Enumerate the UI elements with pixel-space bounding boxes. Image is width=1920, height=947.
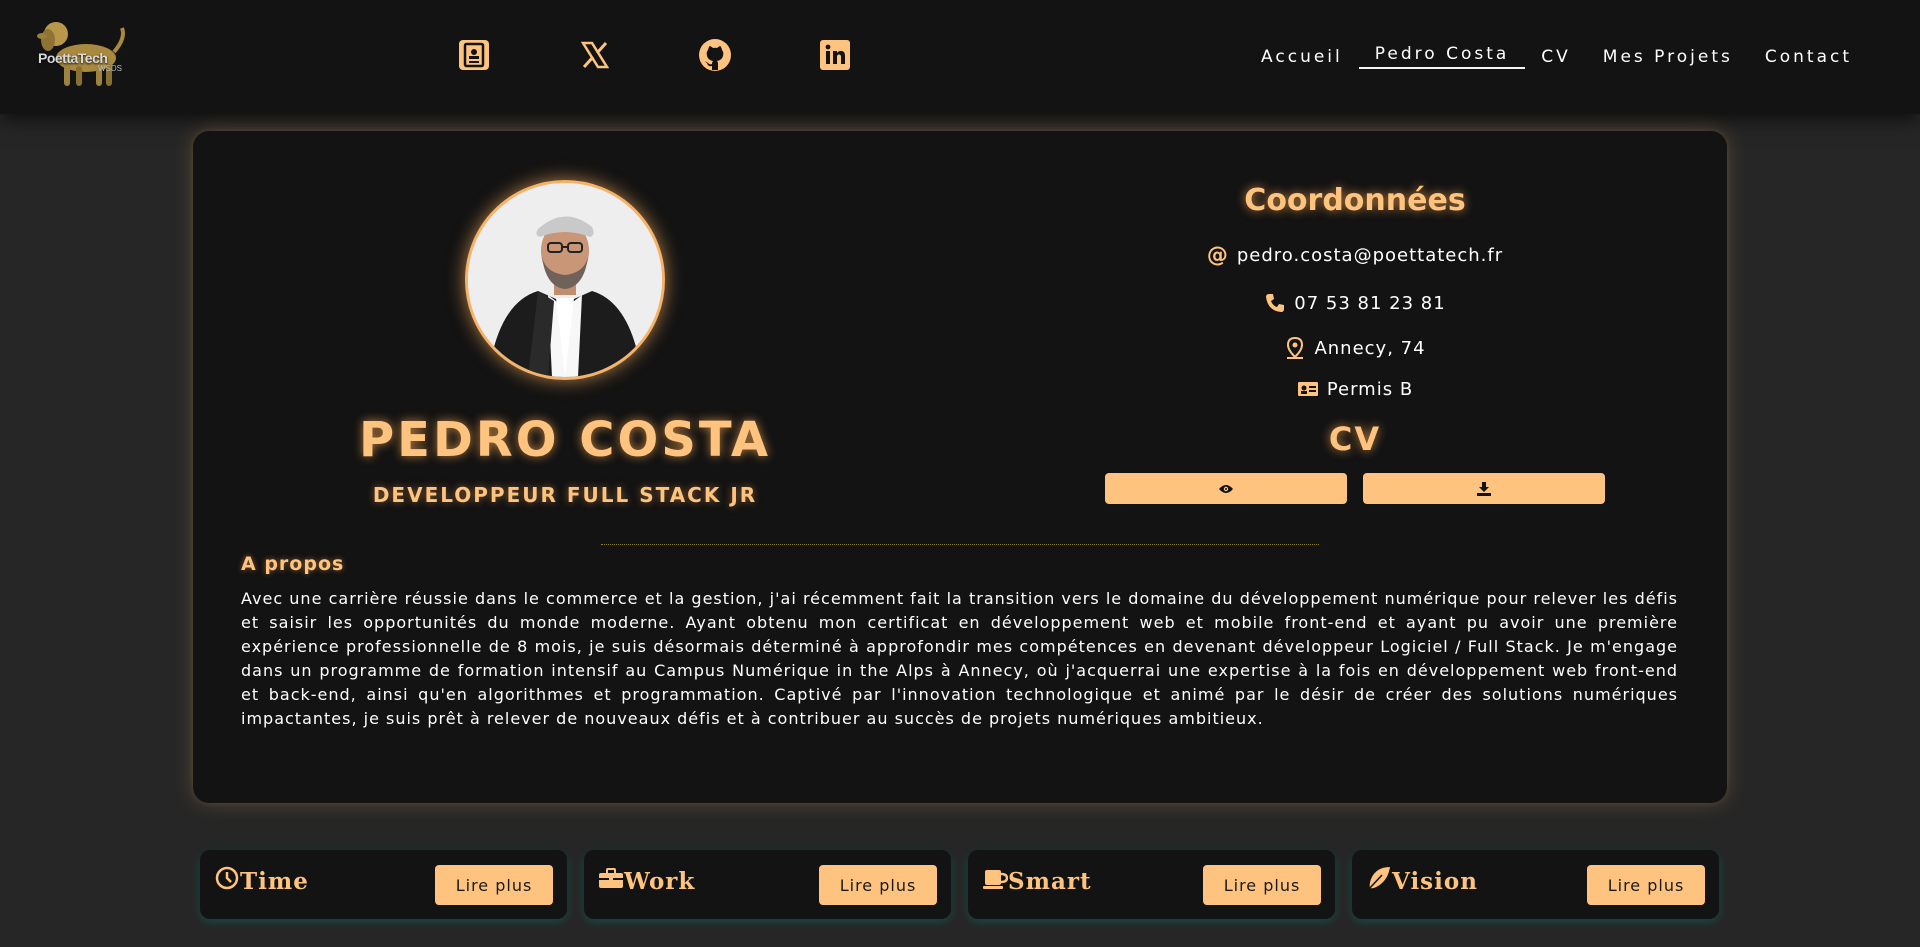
feature-card-work: Work Lire plus [584,850,951,919]
contact-license-row: Permis B [1155,378,1555,400]
logo-subtext: WSDS [98,64,122,73]
main-nav: Accueil Pedro Costa CV Mes Projets Conta… [1245,44,1868,72]
about-text: Avec une carrière réussie dans le commer… [241,589,1678,728]
feature-title-smart: Smart [1008,868,1092,895]
at-icon: @ [1206,243,1229,267]
contact-email[interactable]: pedro.costa@poettatech.fr [1237,245,1503,266]
feature-card-smart: Smart Lire plus [968,850,1335,919]
contact-title: Coordonnées [1244,183,1466,218]
read-more-time-button[interactable]: Lire plus [435,865,553,905]
map-pin-icon [1284,337,1306,359]
nav-accueil[interactable]: Accueil [1245,44,1359,72]
profile-name: PEDRO COSTA [358,412,772,468]
github-icon[interactable] [698,38,732,72]
nav-contact[interactable]: Contact [1749,44,1868,72]
feature-card-vision: Vision Lire plus [1352,850,1719,919]
x-icon[interactable] [578,38,612,72]
section-divider [601,544,1319,545]
contact-location-row: Annecy, 74 [1155,337,1555,359]
site-header: PoettaTech WSDS Accueil Pedro Costa CV M… [0,0,1920,114]
read-more-smart-button[interactable]: Lire plus [1203,865,1321,905]
profile-photo [468,183,662,377]
briefcase-icon [598,865,624,891]
linkedin-icon[interactable] [818,38,852,72]
contact-license: Permis B [1326,378,1414,400]
read-more-work-button[interactable]: Lire plus [819,865,937,905]
feature-title-vision: Vision [1392,868,1478,895]
contact-phone[interactable]: 07 53 81 23 81 [1294,293,1445,314]
feather-icon [1366,865,1392,891]
contact-location: Annecy, 74 [1314,337,1426,359]
phone-icon [1264,292,1286,314]
mug-icon [982,865,1008,891]
contact-card-icon[interactable] [457,38,491,72]
profile-job-title: DEVELOPPEUR FULL STACK JR [372,483,758,507]
feature-card-time: Time Lire plus [200,850,567,919]
feature-title-work: Work [624,868,696,895]
read-more-vision-button[interactable]: Lire plus [1587,865,1705,905]
cv-download-button[interactable] [1363,473,1605,504]
about-title: A propos [241,553,345,575]
nav-mes-projets[interactable]: Mes Projets [1587,44,1749,72]
clock-icon [214,865,240,891]
feature-title-time: Time [240,868,309,895]
contact-email-row: @ pedro.costa@poettatech.fr [1155,243,1555,267]
avatar [465,180,665,380]
contact-phone-row: 07 53 81 23 81 [1155,292,1555,314]
nav-cv[interactable]: CV [1525,44,1587,72]
cv-title: CV [1328,420,1382,458]
download-icon [1477,481,1491,496]
eye-icon [1219,484,1233,493]
id-card-icon [1297,378,1319,400]
cv-view-button[interactable] [1105,473,1347,504]
nav-pedro-costa[interactable]: Pedro Costa [1358,41,1526,69]
